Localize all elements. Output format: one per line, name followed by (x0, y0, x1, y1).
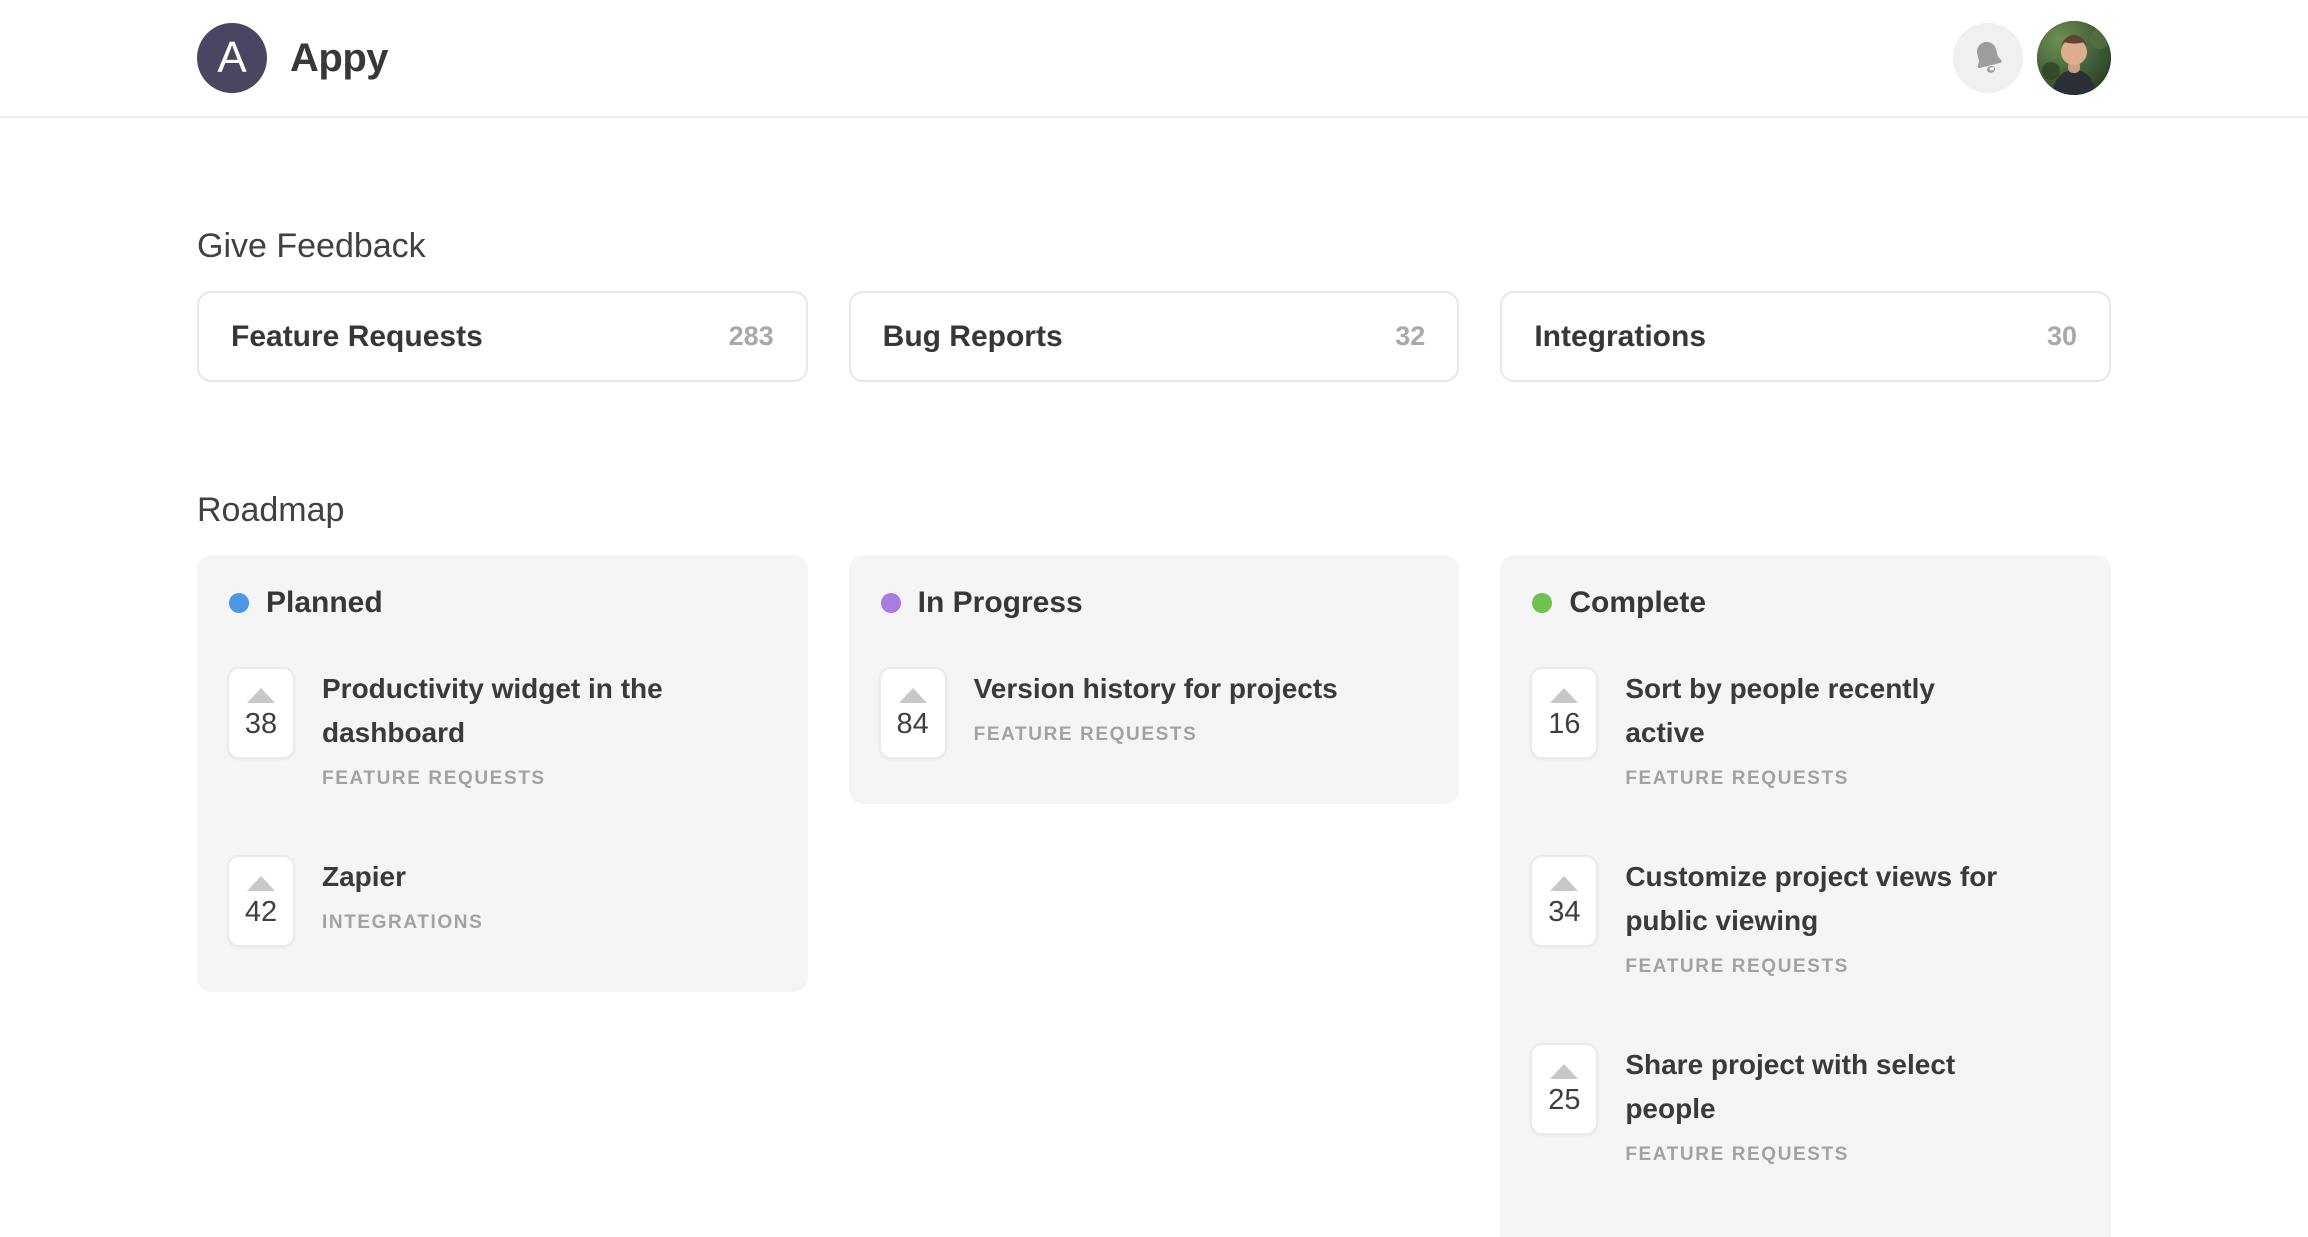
notifications-button[interactable] (1953, 23, 2023, 93)
vote-count: 25 (1548, 1086, 1580, 1115)
brand-logo[interactable]: A Appy (197, 23, 388, 93)
header-actions (1953, 21, 2111, 95)
upvote-arrow-icon (247, 876, 275, 891)
post-category: FEATURE REQUESTS (1625, 956, 2010, 978)
vote-count: 38 (245, 710, 277, 739)
post-category: FEATURE REQUESTS (974, 724, 1338, 746)
status-dot-complete (1532, 593, 1552, 613)
post-category: INTEGRATIONS (322, 912, 483, 934)
upvote-arrow-icon (1550, 688, 1578, 703)
user-avatar[interactable] (2037, 21, 2111, 95)
vote-count: 34 (1548, 898, 1580, 927)
post-body: Version history for projects FEATURE REQ… (974, 667, 1338, 746)
roadmap-columns: Planned 38 Productivity widget in the da… (197, 555, 2111, 1237)
roadmap-column-planned: Planned 38 Productivity widget in the da… (197, 555, 808, 992)
vote-count: 16 (1548, 710, 1580, 739)
avatar-image (2037, 21, 2111, 95)
main-content: Give Feedback Feature Requests 283 Bug R… (0, 226, 2308, 1237)
post-title: Productivity widget in the dashboard (322, 667, 707, 755)
boards-row: Feature Requests 283 Bug Reports 32 Inte… (197, 291, 2111, 382)
column-header: Planned (227, 585, 778, 621)
roadmap-post[interactable]: 34 Customize project views for public vi… (1530, 855, 2081, 978)
upvote-arrow-icon (1550, 1064, 1578, 1079)
board-count: 30 (2047, 321, 2077, 352)
logo-letter: A (217, 33, 246, 83)
post-title: Version history for projects (974, 667, 1338, 711)
board-card-bug-reports[interactable]: Bug Reports 32 (849, 291, 1460, 382)
board-name: Bug Reports (883, 320, 1063, 354)
upvote-arrow-icon (1550, 876, 1578, 891)
post-title: Sort by people recently active (1625, 667, 2010, 755)
vote-count: 42 (245, 898, 277, 927)
upvote-arrow-icon (247, 688, 275, 703)
upvote-button[interactable]: 34 (1530, 855, 1598, 947)
post-body: Customize project views for public viewi… (1625, 855, 2010, 978)
upvote-button[interactable]: 25 (1530, 1043, 1598, 1135)
roadmap-heading: Roadmap (197, 490, 2111, 530)
bell-icon (1971, 39, 2005, 78)
column-label: Complete (1569, 586, 1706, 620)
board-name: Feature Requests (231, 320, 483, 354)
post-category: FEATURE REQUESTS (1625, 768, 2010, 790)
board-count: 283 (729, 321, 774, 352)
column-header: In Progress (879, 585, 1430, 621)
brand-name: Appy (290, 36, 388, 81)
upvote-arrow-icon (899, 688, 927, 703)
post-body: Productivity widget in the dashboard FEA… (322, 667, 707, 790)
status-dot-in-progress (881, 593, 901, 613)
board-count: 32 (1395, 321, 1425, 352)
logo-circle: A (197, 23, 267, 93)
roadmap-post[interactable]: 16 Sort by people recently active FEATUR… (1530, 667, 2081, 790)
upvote-button[interactable]: 84 (879, 667, 947, 759)
upvote-button[interactable]: 42 (227, 855, 295, 947)
column-header: Complete (1530, 585, 2081, 621)
roadmap-column-in-progress: In Progress 84 Version history for proje… (849, 555, 1460, 804)
app-header: A Appy (0, 0, 2308, 118)
status-dot-planned (229, 593, 249, 613)
upvote-button[interactable]: 16 (1530, 667, 1598, 759)
roadmap-post[interactable]: 25 Share project with select people FEAT… (1530, 1043, 2081, 1166)
post-title: Zapier (322, 855, 483, 899)
roadmap-post[interactable]: 84 Version history for projects FEATURE … (879, 667, 1430, 759)
roadmap-column-complete: Complete 16 Sort by people recently acti… (1500, 555, 2111, 1237)
post-category: FEATURE REQUESTS (322, 768, 707, 790)
post-body: Share project with select people FEATURE… (1625, 1043, 2010, 1166)
post-body: Zapier INTEGRATIONS (322, 855, 483, 934)
post-body: Sort by people recently active FEATURE R… (1625, 667, 2010, 790)
post-category: FEATURE REQUESTS (1625, 1144, 2010, 1166)
post-title: Share project with select people (1625, 1043, 2010, 1131)
post-title: Customize project views for public viewi… (1625, 855, 2010, 943)
column-label: Planned (266, 586, 383, 620)
column-label: In Progress (918, 586, 1083, 620)
roadmap-post[interactable]: 38 Productivity widget in the dashboard … (227, 667, 778, 790)
board-name: Integrations (1534, 320, 1706, 354)
roadmap-post[interactable]: 42 Zapier INTEGRATIONS (227, 855, 778, 947)
vote-count: 84 (897, 710, 929, 739)
give-feedback-heading: Give Feedback (197, 226, 2111, 266)
board-card-feature-requests[interactable]: Feature Requests 283 (197, 291, 808, 382)
board-card-integrations[interactable]: Integrations 30 (1500, 291, 2111, 382)
upvote-button[interactable]: 38 (227, 667, 295, 759)
